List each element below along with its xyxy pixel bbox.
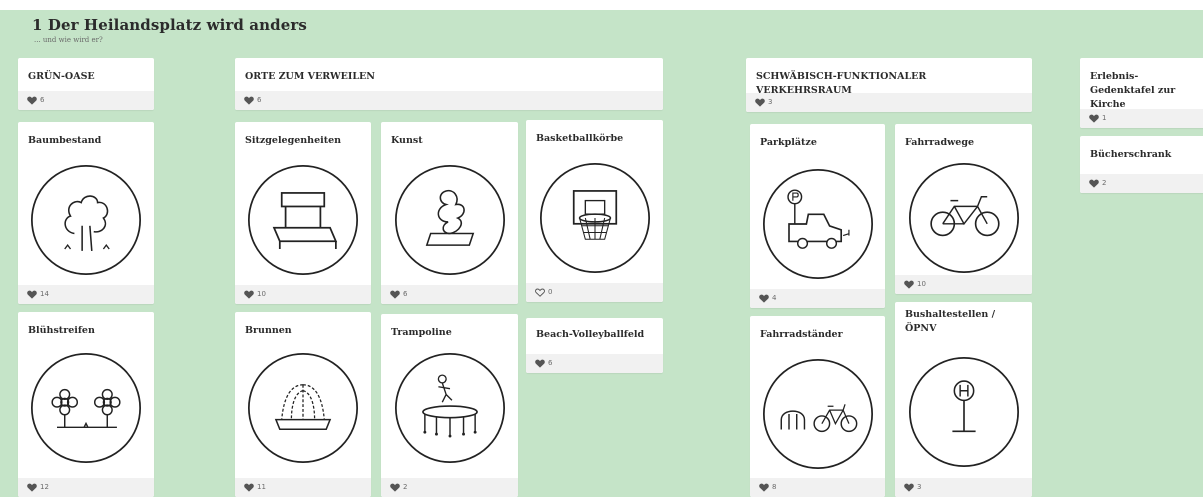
card-beach-volleyballfeld[interactable]: Beach-Volleyballfeld 6 (526, 318, 663, 373)
card-label: Baumbestand (28, 135, 102, 146)
like-count: 10 (917, 280, 926, 288)
card-footer: 8 (750, 478, 885, 497)
basketball-hoop-icon (539, 162, 650, 274)
like-count: 0 (548, 288, 553, 296)
card-label: Fahrradständer (760, 329, 843, 340)
card-kunst[interactable]: Kunst 6 (381, 122, 518, 304)
column-header-gruen-oase[interactable]: GRÜN-OASE 6 (18, 58, 154, 110)
heart-icon[interactable] (390, 483, 400, 492)
card-buecherschrank[interactable]: Bücherschrank 2 (1080, 136, 1203, 193)
card-footer: 2 (381, 478, 518, 497)
like-count: 6 (257, 96, 262, 104)
like-count: 4 (772, 294, 777, 302)
card-footer: 6 (235, 91, 663, 110)
column-header-verkehrsraum[interactable]: SCHWÄBISCH-FUNKTIONALER VERKEHRSRAUM 3 (746, 58, 1032, 112)
card-label: Erlebnis-Gedenktafel zur Kirche (1090, 71, 1176, 110)
heart-icon[interactable] (755, 98, 765, 107)
like-count: 11 (257, 483, 266, 491)
bench-icon (247, 164, 359, 276)
trampoline-icon (394, 352, 505, 464)
board-subtitle: ... und wie wird er? (34, 36, 103, 44)
card-footer: 10 (895, 275, 1032, 294)
card-label: Brunnen (245, 325, 292, 336)
card-label: Blühstreifen (28, 325, 95, 336)
card-brunnen[interactable]: Brunnen 11 (235, 312, 371, 497)
card-label: Sitzgelegenheiten (245, 135, 342, 146)
card-footer: 4 (750, 289, 885, 308)
card-basketballkoerbe[interactable]: Basketballkörbe 0 (526, 120, 663, 302)
card-label: Kunst (391, 135, 423, 146)
bus-stop-icon (908, 356, 1019, 468)
like-count: 8 (772, 483, 777, 491)
like-count: 3 (768, 98, 773, 106)
card-label: Trampoline (391, 327, 452, 338)
board-title: 1 Der Heilandsplatz wird anders (32, 16, 307, 34)
card-label: Parkplätze (760, 137, 817, 148)
card-footer: 1 (1080, 109, 1203, 128)
card-footer: 10 (235, 285, 371, 304)
card-bluehstreifen[interactable]: Blühstreifen 12 (18, 312, 154, 497)
column-header-orte-zum-verweilen[interactable]: ORTE ZUM VERWEILEN 6 (235, 58, 663, 110)
like-count: 12 (40, 483, 49, 491)
heart-icon[interactable] (1089, 179, 1099, 188)
heart-icon[interactable] (27, 483, 37, 492)
fountain-icon (247, 352, 359, 464)
card-baumbestand[interactable]: Baumbestand 14 (18, 122, 154, 304)
card-label: Beach-Volleyballfeld (536, 329, 645, 340)
card-footer: 6 (18, 91, 154, 110)
card-footer: 0 (526, 283, 663, 302)
like-count: 1 (1102, 114, 1107, 122)
card-footer: 3 (746, 93, 1032, 112)
heart-icon[interactable] (244, 290, 254, 299)
heart-outline-icon[interactable] (535, 288, 545, 297)
like-count: 3 (917, 483, 922, 491)
card-label: Bushaltestellen / ÖPNV (905, 309, 996, 334)
heart-icon[interactable] (27, 290, 37, 299)
card-label: Bücherschrank (1090, 149, 1172, 160)
card-parkplaetze[interactable]: Parkplätze 4 (750, 124, 885, 308)
card-sitzgelegenheiten[interactable]: Sitzgelegenheiten 10 (235, 122, 371, 304)
card-footer: 6 (526, 354, 663, 373)
bicycle-icon (908, 162, 1019, 274)
card-footer: 2 (1080, 174, 1203, 193)
like-count: 14 (40, 290, 49, 298)
card-trampoline[interactable]: Trampoline 2 (381, 314, 518, 497)
bike-rack-icon (762, 358, 873, 470)
heart-icon[interactable] (390, 290, 400, 299)
heart-icon[interactable] (759, 483, 769, 492)
card-label: Basketballkörbe (536, 133, 624, 144)
card-fahrradwege[interactable]: Fahrradwege 10 (895, 124, 1032, 294)
top-bar (0, 0, 1203, 10)
card-bushaltestellen[interactable]: Bushaltestellen / ÖPNV 3 (895, 302, 1032, 497)
heart-icon[interactable] (27, 96, 37, 105)
like-count: 6 (548, 359, 553, 367)
card-footer: 11 (235, 478, 371, 497)
like-count: 2 (1102, 179, 1107, 187)
column-label: GRÜN-OASE (28, 71, 95, 82)
sculpture-icon (394, 164, 505, 276)
heart-icon[interactable] (535, 359, 545, 368)
tree-icon (30, 164, 142, 276)
card-footer: 3 (895, 478, 1032, 497)
card-footer: 6 (381, 285, 518, 304)
card-fahrradstaender[interactable]: Fahrradständer 8 (750, 316, 885, 497)
heart-icon[interactable] (904, 483, 914, 492)
card-erlebnis-gedenktafel[interactable]: Erlebnis-Gedenktafel zur Kirche 1 (1080, 58, 1203, 128)
card-footer: 14 (18, 285, 154, 304)
heart-icon[interactable] (904, 280, 914, 289)
like-count: 2 (403, 483, 408, 491)
parking-car-icon (762, 168, 873, 280)
heart-icon[interactable] (244, 96, 254, 105)
heart-icon[interactable] (759, 294, 769, 303)
like-count: 6 (40, 96, 45, 104)
heart-icon[interactable] (244, 483, 254, 492)
heart-icon[interactable] (1089, 114, 1099, 123)
card-label: Fahrradwege (905, 137, 975, 148)
like-count: 6 (403, 290, 408, 298)
flowers-icon (30, 352, 142, 464)
card-footer: 12 (18, 478, 154, 497)
like-count: 10 (257, 290, 266, 298)
column-label: ORTE ZUM VERWEILEN (245, 71, 375, 82)
